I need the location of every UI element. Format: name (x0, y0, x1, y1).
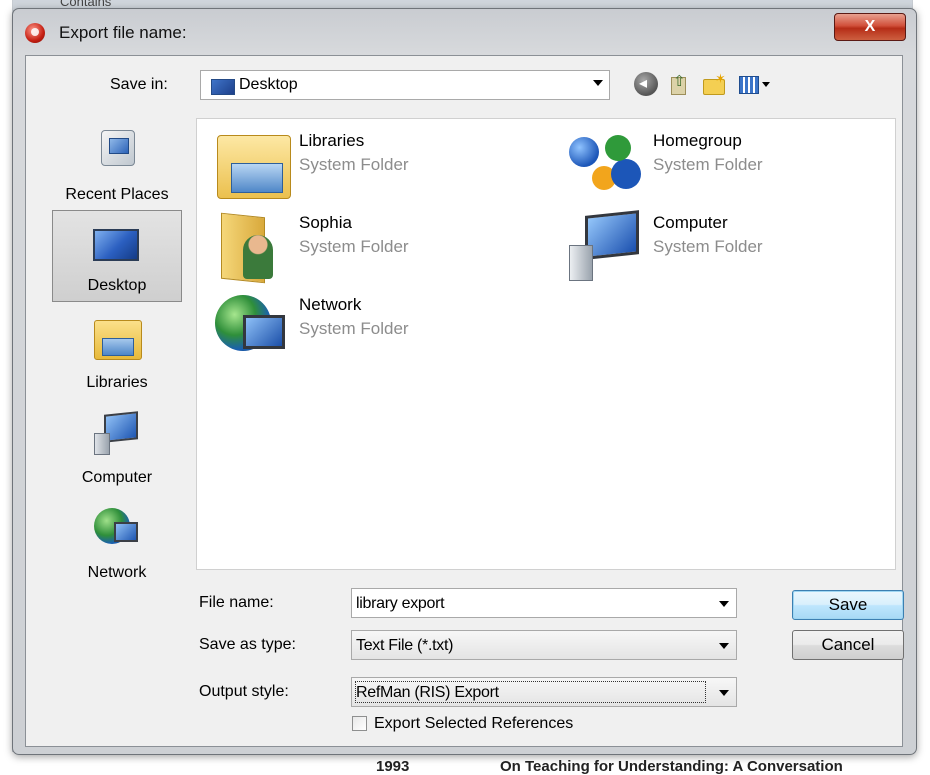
place-network[interactable]: Network (52, 496, 182, 588)
save-as-type-value: Text File (*.txt) (356, 637, 454, 654)
file-name-field[interactable]: library export (351, 588, 737, 618)
new-folder-icon[interactable] (701, 71, 726, 96)
file-name: Homegroup (653, 131, 742, 150)
file-type: System Folder (299, 319, 409, 338)
file-name: Sophia (299, 213, 352, 232)
file-item-network[interactable]: Network System Folder (205, 293, 535, 373)
file-type: System Folder (653, 237, 763, 256)
file-name-value: library export (356, 595, 445, 612)
close-button[interactable]: X (834, 13, 906, 41)
place-libraries[interactable]: Libraries (52, 306, 182, 398)
file-item-sophia[interactable]: Sophia System Folder (205, 211, 535, 291)
export-selected-label[interactable]: Export Selected References (374, 715, 573, 733)
save-as-type-label: Save as type: (199, 636, 296, 653)
chevron-down-icon[interactable] (719, 601, 729, 607)
endnote-app-icon (25, 23, 45, 43)
file-list[interactable]: Libraries System Folder Homegroup System… (196, 118, 896, 570)
dialog-title: Export file name: (59, 23, 187, 42)
homegroup-icon (569, 129, 645, 201)
places-bar: Recent Places Desktop Libraries Computer… (36, 118, 194, 581)
output-style-value: RefMan (RIS) Export (356, 684, 499, 701)
output-style-label: Output style: (199, 683, 289, 700)
libraries-icon (92, 316, 142, 360)
place-desktop[interactable]: Desktop (52, 210, 182, 302)
dialog-titlebar[interactable]: Export file name: X (13, 9, 916, 55)
user-folder-icon (215, 211, 291, 283)
chevron-down-icon (719, 643, 729, 649)
file-item-computer[interactable]: Computer System Folder (559, 211, 889, 291)
file-name-label: File name: (199, 594, 274, 611)
network-icon (94, 506, 140, 550)
save-in-dropdown[interactable]: Desktop (200, 70, 610, 100)
chevron-down-icon (719, 690, 729, 696)
file-item-libraries[interactable]: Libraries System Folder (205, 129, 535, 209)
desktop-icon (93, 227, 141, 267)
save-in-value: Desktop (239, 76, 298, 93)
computer-icon (569, 211, 645, 283)
chevron-down-icon (593, 80, 603, 86)
recent-places-icon (95, 128, 139, 170)
file-type: System Folder (299, 155, 409, 174)
output-style-dropdown[interactable]: RefMan (RIS) Export (351, 677, 737, 707)
desktop-icon (211, 79, 235, 95)
export-selected-checkbox[interactable] (352, 716, 367, 731)
file-item-homegroup[interactable]: Homegroup System Folder (559, 129, 889, 209)
file-type: System Folder (653, 155, 763, 174)
back-icon[interactable] (634, 72, 658, 96)
views-menu-icon[interactable] (736, 72, 774, 96)
background-reference-title: On Teaching for Understanding: A Convers… (500, 758, 843, 775)
network-icon (215, 293, 291, 365)
save-as-type-dropdown[interactable]: Text File (*.txt) (351, 630, 737, 660)
file-type: System Folder (299, 237, 409, 256)
file-name: Computer (653, 213, 728, 232)
cancel-button[interactable]: Cancel (792, 630, 904, 660)
libraries-folder-icon (215, 129, 291, 201)
file-name: Libraries (299, 131, 365, 150)
up-folder-icon[interactable] (666, 72, 690, 96)
computer-icon (94, 411, 140, 455)
place-label: Desktop (87, 277, 147, 294)
place-label: Computer (81, 469, 153, 486)
place-recent-places[interactable]: Recent Places (52, 118, 182, 210)
export-file-dialog: Export file name: X Save in: Desktop Rec… (12, 8, 917, 755)
place-label: Libraries (86, 374, 148, 391)
place-label: Recent Places (65, 186, 169, 203)
background-year: 1993 (376, 758, 410, 775)
place-computer[interactable]: Computer (52, 401, 182, 493)
dialog-client-area: Save in: Desktop Recent Places Desktop L… (25, 55, 904, 747)
save-button[interactable]: Save (792, 590, 904, 620)
save-in-label: Save in: (110, 76, 168, 93)
file-name: Network (299, 295, 362, 314)
place-label: Network (87, 564, 147, 581)
